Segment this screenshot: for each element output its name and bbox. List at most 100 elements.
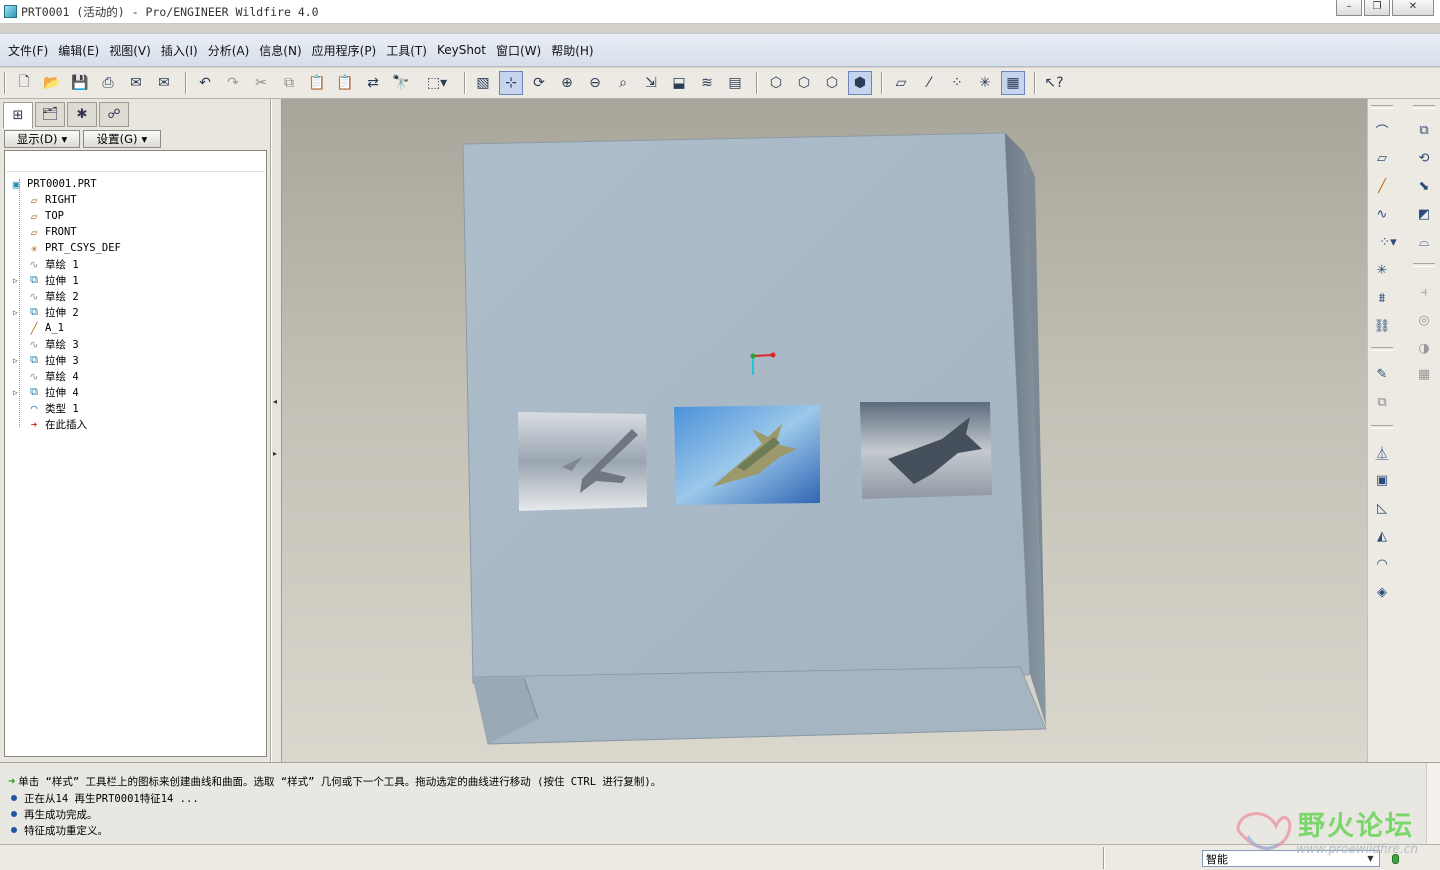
- find-icon[interactable]: 🔭: [389, 71, 413, 95]
- menu-help[interactable]: 帮助(H): [546, 42, 598, 59]
- show-dropdown[interactable]: 显示(D) ▾: [4, 130, 80, 148]
- menu-insert[interactable]: 插入(I): [156, 42, 203, 59]
- tree-item[interactable]: ▷ ⧉ 拉伸 1: [13, 272, 79, 288]
- sketch-reorient-icon[interactable]: ⧉: [1371, 391, 1393, 413]
- chain-icon[interactable]: ⛓: [1371, 315, 1393, 337]
- datum-points-icon[interactable]: ⁘: [945, 71, 969, 95]
- minimize-button[interactable]: –: [1336, 0, 1362, 16]
- paste-icon[interactable]: 📋: [305, 71, 329, 95]
- send-mail-attachment-icon[interactable]: ✉: [152, 71, 176, 95]
- menu-tools[interactable]: 工具(T): [381, 42, 432, 59]
- zoom-out-icon[interactable]: ⊖: [583, 71, 607, 95]
- context-help-icon[interactable]: ↖?: [1042, 71, 1066, 95]
- graphics-window[interactable]: [282, 99, 1367, 762]
- merge-icon[interactable]: ◈: [1371, 581, 1393, 603]
- shading-icon[interactable]: ⬢: [848, 71, 872, 95]
- menu-file[interactable]: 文件(F): [3, 42, 53, 59]
- tree-item[interactable]: ∿ 草绘 1: [27, 256, 78, 272]
- collapse-left-icon[interactable]: ◂: [273, 397, 277, 406]
- hidden-line-icon[interactable]: ⬡: [792, 71, 816, 95]
- orient-mode-icon[interactable]: ⟳: [527, 71, 551, 95]
- model-tree-tab[interactable]: ⊞: [3, 102, 33, 129]
- menu-applications[interactable]: 应用程序(P): [307, 42, 382, 59]
- menu-window[interactable]: 窗口(W): [491, 42, 546, 59]
- tree-item[interactable]: ✳ PRT_CSYS_DEF: [27, 240, 121, 256]
- close-button[interactable]: ✕: [1392, 0, 1434, 16]
- boundary-blend-icon[interactable]: ◩: [1413, 203, 1435, 225]
- round-icon[interactable]: ▣: [1371, 469, 1393, 491]
- part-model[interactable]: [282, 99, 1367, 762]
- saved-views-icon[interactable]: ⬓: [667, 71, 691, 95]
- datum-planes-icon[interactable]: ▱: [889, 71, 913, 95]
- style-curve-icon[interactable]: ⌒: [1371, 119, 1393, 141]
- datum-axis-tool-icon[interactable]: ╱: [1371, 175, 1393, 197]
- tree-item[interactable]: ╱ A_1: [27, 320, 64, 336]
- datum-point-tool-icon[interactable]: ⁘▾: [1371, 231, 1405, 253]
- shell-icon[interactable]: ◎: [1413, 309, 1435, 331]
- menu-keyshot[interactable]: KeyShot: [432, 43, 491, 57]
- datum-axes-icon[interactable]: ⁄: [917, 71, 941, 95]
- restore-button[interactable]: ❐: [1364, 0, 1390, 16]
- wireframe-icon[interactable]: ⬡: [764, 71, 788, 95]
- draft-icon[interactable]: ⏅: [1371, 441, 1393, 463]
- layers-icon[interactable]: ≋: [695, 71, 719, 95]
- tree-item[interactable]: ▷ ⧉ 拉伸 2: [13, 304, 79, 320]
- analysis-icon[interactable]: ⩩: [1371, 287, 1393, 309]
- mirror-icon[interactable]: ◠: [1371, 553, 1393, 575]
- open-file-icon[interactable]: 📂: [40, 71, 64, 95]
- selection-filter-dropdown[interactable]: 智能 ▼: [1202, 850, 1380, 867]
- tree-item[interactable]: ▱ TOP: [27, 208, 64, 224]
- menu-view[interactable]: 视图(V): [104, 42, 156, 59]
- refit-icon[interactable]: ⌕: [611, 71, 635, 95]
- expand-right-icon[interactable]: ▸: [273, 449, 277, 458]
- tree-item[interactable]: ▱ RIGHT: [27, 192, 77, 208]
- settings-dropdown[interactable]: 设置(G) ▾: [83, 130, 161, 148]
- datum-plane-tool-icon[interactable]: ▱: [1371, 147, 1393, 169]
- send-mail-icon[interactable]: ✉: [124, 71, 148, 95]
- trim-icon[interactable]: ◭: [1371, 525, 1393, 547]
- repaint-icon[interactable]: ▧: [471, 71, 495, 95]
- expand-icon[interactable]: ▷: [13, 356, 21, 365]
- tree-item[interactable]: ▷ ⧉ 拉伸 3: [13, 352, 79, 368]
- tree-item[interactable]: ∿ 草绘 2: [27, 288, 78, 304]
- paste-special-icon[interactable]: 📋: [333, 71, 357, 95]
- message-scrollbar[interactable]: [1426, 763, 1440, 845]
- tree-item[interactable]: ▷ ⧉ 拉伸 4: [13, 384, 79, 400]
- tree-item[interactable]: ▱ FRONT: [27, 224, 77, 240]
- extrude-tool-icon[interactable]: ⧉: [1413, 119, 1435, 141]
- connections-tab[interactable]: ☍: [99, 102, 129, 127]
- spin-center-icon[interactable]: ⊹: [499, 71, 523, 95]
- pattern-icon[interactable]: ▦: [1413, 363, 1435, 385]
- menu-info[interactable]: 信息(N): [254, 42, 306, 59]
- tree-search-field[interactable]: [6, 152, 265, 172]
- variable-sweep-icon[interactable]: ⬊: [1413, 175, 1435, 197]
- regenerate-icon[interactable]: ⇄: [361, 71, 385, 95]
- save-icon[interactable]: 💾: [68, 71, 92, 95]
- tree-item[interactable]: ∿ 草绘 4: [27, 368, 78, 384]
- tree-item[interactable]: ▣ PRT0001.PRT: [9, 176, 97, 192]
- datum-curve-icon[interactable]: ∿: [1371, 203, 1393, 225]
- menu-edit[interactable]: 编辑(E): [53, 42, 104, 59]
- tree-item[interactable]: ∿ 草绘 3: [27, 336, 78, 352]
- model-bottom-ledge[interactable]: [472, 666, 1047, 745]
- undo-icon[interactable]: ↶: [193, 71, 217, 95]
- folder-browser-tab[interactable]: 🗂: [35, 102, 65, 127]
- reorient-icon[interactable]: ⇲: [639, 71, 663, 95]
- style-tool-icon[interactable]: ⌓: [1413, 231, 1435, 253]
- sketch-tool-icon[interactable]: ✎: [1371, 363, 1393, 385]
- panel-splitter[interactable]: ◂ ▸: [271, 99, 282, 762]
- cut-icon[interactable]: ✂: [249, 71, 273, 95]
- hole-icon[interactable]: ⫞: [1413, 281, 1435, 303]
- image-decal-3[interactable]: [860, 402, 992, 499]
- rib-icon[interactable]: ◑: [1413, 337, 1435, 359]
- no-hidden-icon[interactable]: ⬡: [820, 71, 844, 95]
- new-file-icon[interactable]: 🗋: [12, 71, 36, 95]
- copy-icon[interactable]: ⧉: [277, 71, 301, 95]
- expand-icon[interactable]: ▷: [13, 308, 21, 317]
- menu-analysis[interactable]: 分析(A): [203, 42, 255, 59]
- annotations-icon[interactable]: ▦: [1001, 71, 1025, 95]
- image-decal-1[interactable]: [518, 412, 647, 511]
- chamfer-icon[interactable]: ◺: [1371, 497, 1393, 519]
- tree-item[interactable]: ◠ 类型 1: [27, 400, 79, 416]
- tree-item[interactable]: ➔ 在此插入: [27, 416, 87, 432]
